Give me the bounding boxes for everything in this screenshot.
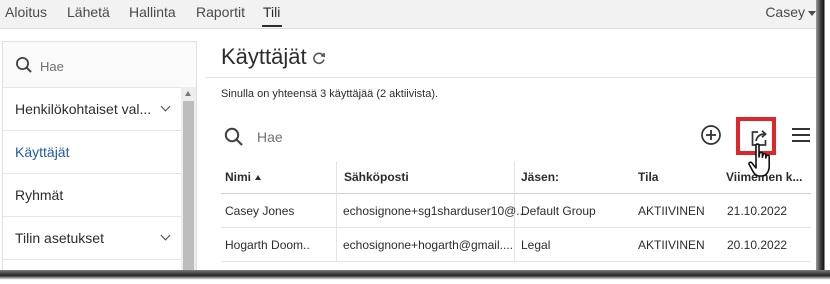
sidebar-item-label: Tilin asetukset: [15, 230, 104, 246]
cell-name: Hogarth Doom..: [225, 238, 310, 252]
column-header-tila[interactable]: Tila: [638, 170, 658, 184]
refresh-icon[interactable]: [312, 51, 326, 65]
sidebar-search[interactable]: Hae: [3, 42, 196, 88]
chevron-down-icon: [808, 10, 816, 16]
sort-ascending-icon: [255, 175, 262, 181]
sidebar-item-henkilokohtaiset[interactable]: Henkilökohtaiset val...: [3, 88, 181, 131]
cell-group: Legal: [521, 238, 551, 252]
hand-cursor-icon: [748, 143, 770, 177]
nav-item-tili[interactable]: Tili: [263, 4, 280, 20]
hamburger-menu-icon[interactable]: [791, 127, 811, 143]
cell-status: AKTIIVINEN: [638, 238, 705, 252]
sidebar-item-label: Ryhmät: [15, 187, 64, 203]
sidebar: Hae Henkilökohtaiset val... Käyttäjät Ry…: [2, 41, 197, 274]
sidebar-item-kayttajat[interactable]: Käyttäjät: [3, 131, 181, 174]
table-header-row: Nimi Sähköposti Jäsen: Tila Viimeinen k.…: [221, 161, 811, 194]
table-row[interactable]: Casey Jones echosignone+sg1sharduser10@.…: [221, 194, 811, 228]
user-count-summary: Sinulla on yhteensä 3 käyttäjää (2 aktii…: [221, 88, 439, 100]
table-row[interactable]: Hogarth Doom.. echosignone+hogarth@gmail…: [221, 228, 811, 262]
cell-status: AKTIIVINEN: [638, 204, 705, 218]
scroll-up-arrow-icon[interactable]: [185, 91, 191, 96]
cell-email: echosignone+sg1sharduser10@...: [343, 204, 527, 218]
column-header-nimi[interactable]: Nimi: [225, 170, 262, 184]
cell-name: Casey Jones: [225, 204, 295, 218]
nav-item-laheta[interactable]: Lähetä: [67, 4, 110, 20]
nav-item-hallinta[interactable]: Hallinta: [129, 4, 176, 20]
cell-last-login: 20.10.2022: [727, 238, 788, 252]
active-tab-indicator: [262, 25, 282, 27]
chevron-down-icon: [160, 230, 171, 241]
sidebar-search-placeholder: Hae: [40, 59, 64, 74]
column-header-label: Nimi: [225, 170, 252, 184]
sidebar-item-ryhmat[interactable]: Ryhmät: [3, 174, 181, 217]
window-shadow-right: [816, 0, 830, 284]
user-name: Casey: [765, 4, 805, 20]
top-nav: Aloitus Lähetä Hallinta Raportit Tili Ca…: [0, 0, 818, 29]
nav-item-aloitus[interactable]: Aloitus: [5, 4, 47, 20]
sidebar-item-label: Käyttäjät: [15, 144, 70, 160]
user-search-input[interactable]: Hae: [257, 129, 283, 145]
page-title: Käyttäjät: [221, 44, 307, 69]
cell-email: echosignone+hogarth@gmail....: [343, 238, 513, 252]
cell-last-login: 21.10.2022: [727, 204, 788, 218]
user-menu[interactable]: Casey: [765, 4, 816, 20]
title-divider: [205, 77, 818, 78]
sidebar-scrollbar[interactable]: [181, 87, 196, 274]
column-header-jasen[interactable]: Jäsen:: [521, 170, 559, 184]
cell-group: Default Group: [521, 204, 596, 218]
scrollbar-thumb[interactable]: [183, 101, 194, 271]
search-icon: [16, 57, 32, 73]
search-icon[interactable]: [224, 127, 244, 147]
sidebar-item-tilin-asetukset[interactable]: Tilin asetukset: [3, 217, 181, 260]
window-shadow-bottom: [0, 270, 830, 284]
column-header-sahkoposti[interactable]: Sähköposti: [344, 170, 409, 184]
chevron-down-icon: [160, 101, 171, 112]
nav-item-raportit[interactable]: Raportit: [196, 4, 245, 20]
add-circle-icon[interactable]: [700, 124, 722, 146]
sidebar-item-label: Henkilökohtaiset val...: [15, 101, 152, 117]
